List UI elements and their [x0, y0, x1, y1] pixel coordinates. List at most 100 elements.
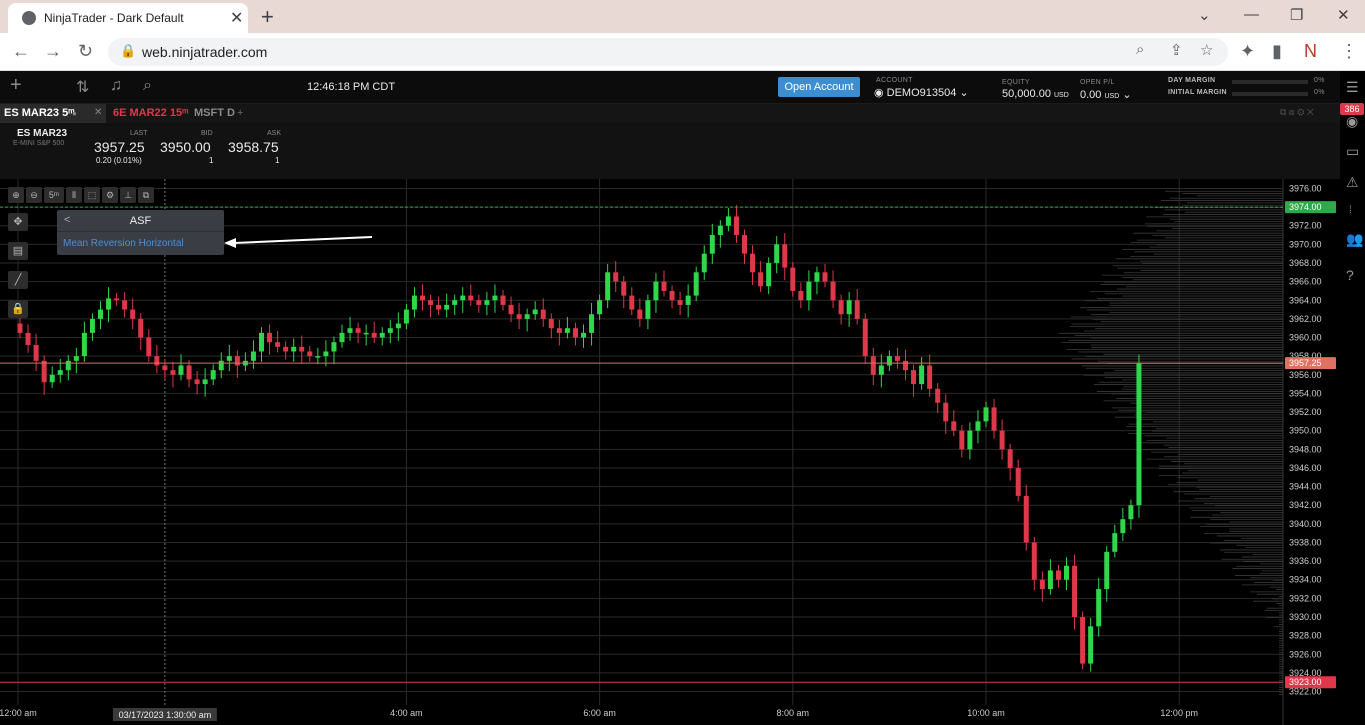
tab-es-mar23[interactable]: ES MAR23 5ᵐ [4, 107, 74, 119]
crosshair-icon[interactable]: ✥ [8, 213, 28, 231]
y-tick-label: 3936.00 [1289, 556, 1322, 566]
sort-icon[interactable]: ⇅ [76, 77, 89, 97]
candle-body [709, 235, 715, 254]
candle-body [250, 351, 256, 361]
more-icon[interactable]: ⁞ [1349, 205, 1352, 216]
candle-body [991, 407, 997, 431]
zoom-icon[interactable]: ⌕ [1136, 41, 1144, 58]
candle-body [1007, 449, 1013, 468]
candle-body [138, 318, 144, 338]
candle-body [830, 281, 836, 301]
reload-icon[interactable]: ↻ [78, 41, 93, 62]
tab-search-icon[interactable]: ⌄ [1198, 6, 1211, 24]
tab-tools-icon[interactable]: ⧉ ⧈ ⚙ ✕ [1280, 107, 1314, 118]
candle-body [49, 374, 55, 383]
tab-msft[interactable]: MSFT D [194, 107, 235, 119]
candle-body [81, 332, 87, 357]
chat-icon[interactable]: ▭ [1346, 143, 1359, 160]
candle-body [637, 309, 643, 319]
help-icon[interactable]: ? [1346, 267, 1354, 283]
browser-tab[interactable]: NinjaTrader - Dark Default ✕ [8, 3, 248, 33]
account-selector[interactable]: ◉ DEMO913504 ⌄ [874, 86, 969, 99]
candle-body [943, 402, 949, 422]
initial-margin-pct: 0% [1314, 89, 1325, 96]
share-icon[interactable]: ⇪ [1170, 41, 1183, 59]
y-tick-label: 3956.00 [1289, 370, 1322, 380]
openpl-display[interactable]: 0.00 USD ⌄ [1080, 88, 1132, 101]
interval-button[interactable]: 5ᵐ [44, 187, 64, 203]
price-chart[interactable]: 3976.00 3974.00 3972.00 3970.00 3968.00 3966.… [0, 179, 1340, 725]
restore-button[interactable]: ❐ [1290, 6, 1303, 24]
zoom-out-icon[interactable]: ⊖ [26, 187, 42, 203]
forward-icon[interactable]: → [44, 41, 62, 62]
chart-style-icon[interactable]: ⫴ [66, 187, 82, 203]
menu-icon[interactable]: ⋮ [1340, 41, 1358, 62]
ask-price: 3958.75 [228, 139, 279, 155]
extension-n-icon[interactable]: N [1304, 41, 1317, 62]
equity-label: EQUITY [1002, 79, 1030, 86]
sidebar-icon[interactable]: ▮ [1272, 41, 1282, 62]
candle-body [379, 332, 385, 338]
candle-body [597, 300, 603, 315]
candle-body [677, 300, 683, 305]
candle-body [452, 300, 458, 305]
clock: 12:46:18 PM CDT [307, 81, 396, 93]
tab-close-icon[interactable]: ✕ [230, 8, 243, 28]
lock-tool-icon[interactable]: 🔒 [8, 300, 28, 318]
candle-body [275, 342, 281, 347]
y-tick-label: 3954.00 [1289, 388, 1322, 398]
search-icon[interactable]: ⌕ [143, 77, 152, 95]
candle-body [814, 272, 820, 282]
tab-close-icon[interactable]: ✕ [94, 107, 102, 118]
y-tick-label: 3950.00 [1289, 426, 1322, 436]
candle-body [798, 290, 804, 301]
equity-display: 50,000.00 USD [1002, 88, 1069, 100]
candle-body [790, 267, 796, 291]
star-icon[interactable]: ☆ [1200, 41, 1213, 59]
openpl-label: OPEN P/L [1080, 79, 1115, 86]
candle-body [106, 298, 112, 310]
candle-body [669, 290, 675, 301]
globe-rail-icon[interactable]: ◉ [1346, 113, 1358, 130]
notes-icon[interactable]: ▤ [8, 242, 28, 260]
open-account-button[interactable]: Open Account [778, 77, 860, 97]
users-icon[interactable]: 👥 [1346, 231, 1363, 248]
settings-icon[interactable]: ⚙ [102, 187, 118, 203]
right-rail: ☰ ◉ ▭ ⚠ ⁞ 👥 ? [1340, 71, 1365, 725]
candle-body [154, 356, 160, 366]
sliders-icon[interactable]: ☰ [1346, 79, 1359, 96]
y-tick-label: 3940.00 [1289, 519, 1322, 529]
minimize-button[interactable]: — [1244, 6, 1259, 23]
y-tick-label: 3970.00 [1289, 239, 1322, 249]
candle-body [540, 309, 546, 319]
candle-body [25, 332, 31, 345]
new-tab-button[interactable]: + [261, 4, 274, 30]
candle-body [226, 356, 232, 361]
candle-body [1096, 589, 1102, 627]
draw-line-icon[interactable]: ╱ [8, 271, 28, 289]
candle-body [766, 262, 772, 287]
url-input[interactable]: 🔒 web.ninjatrader.com ⌕ ⇪ ☆ [108, 38, 1228, 66]
top-strip: + ⇅ ♫ ⌕ 12:46:18 PM CDT Open Account ACC… [0, 71, 1340, 104]
extensions-icon[interactable]: ✦ [1240, 41, 1255, 62]
indicator-icon[interactable]: ⊥ [120, 187, 136, 203]
close-window-button[interactable]: ✕ [1337, 6, 1350, 24]
tab-6e-mar22[interactable]: 6E MAR22 15ᵐ [113, 107, 188, 119]
template-icon[interactable]: ⧉ [138, 187, 154, 203]
zoom-in-icon[interactable]: ⊕ [8, 187, 24, 203]
candle-body [725, 216, 731, 226]
bell-icon[interactable]: ♫ [110, 77, 122, 95]
candle-body [564, 328, 570, 333]
candle-body [1088, 626, 1094, 664]
add-icon[interactable]: + [10, 74, 22, 97]
candle-body [967, 430, 973, 450]
candle-body [975, 421, 981, 431]
candle-body [581, 332, 586, 338]
alert-icon[interactable]: ⚠ [1346, 174, 1359, 191]
select-icon[interactable]: ⬚ [84, 187, 100, 203]
candle-body [1072, 565, 1078, 618]
mean-reversion-horizontal-item[interactable]: Mean Reversion Horizontal [63, 238, 184, 249]
add-tab-button[interactable]: + [237, 107, 243, 119]
back-icon[interactable]: ← [12, 41, 30, 62]
ask-size: 1 [275, 156, 280, 165]
